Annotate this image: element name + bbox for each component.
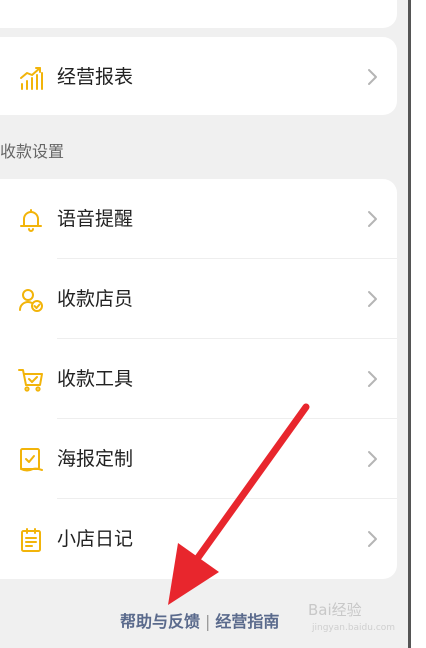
bell-icon bbox=[20, 209, 42, 232]
chevron-right-icon bbox=[368, 451, 377, 467]
settings-row-label: 语音提醒 bbox=[57, 208, 134, 230]
chevron-right-icon bbox=[368, 531, 377, 547]
footer-separator: | bbox=[205, 612, 211, 631]
cart-icon bbox=[18, 369, 43, 392]
chevron-right-icon bbox=[368, 211, 377, 227]
section-title: 收款设置 bbox=[0, 142, 65, 161]
previous-card bbox=[0, 0, 397, 28]
report-row-label: 经营报表 bbox=[57, 66, 134, 88]
notepad-icon bbox=[21, 528, 41, 552]
chevron-right-icon bbox=[368, 69, 377, 85]
right-edge-divider bbox=[408, 0, 411, 648]
settings-row-voice-reminder[interactable]: 语音提醒 bbox=[0, 179, 397, 259]
right-edge-panel bbox=[410, 0, 426, 648]
watermark-logo: Bai经验 bbox=[308, 601, 362, 619]
settings-row-label: 小店日记 bbox=[57, 528, 134, 550]
footer-links: 帮助与反馈 | 经营指南 bbox=[120, 611, 279, 633]
help-feedback-link[interactable]: 帮助与反馈 bbox=[120, 612, 200, 631]
report-card: 经营报表 bbox=[0, 37, 397, 115]
chevron-right-icon bbox=[368, 371, 377, 387]
settings-card: 语音提醒 收款店员 收款工具 海报定制 小店日记 bbox=[0, 179, 397, 579]
report-row[interactable]: 经营报表 bbox=[0, 37, 397, 115]
settings-row-diary[interactable]: 小店日记 bbox=[0, 499, 397, 579]
chevron-right-icon bbox=[368, 291, 377, 307]
chart-growth-icon bbox=[20, 67, 43, 90]
settings-row-tools[interactable]: 收款工具 bbox=[0, 339, 397, 419]
settings-row-label: 海报定制 bbox=[57, 448, 134, 470]
settings-row-poster[interactable]: 海报定制 bbox=[0, 419, 397, 499]
clerk-icon bbox=[19, 289, 43, 312]
settings-row-clerk[interactable]: 收款店员 bbox=[0, 259, 397, 339]
watermark-url: jingyan.baidu.com bbox=[312, 623, 396, 633]
settings-row-label: 收款店员 bbox=[57, 288, 134, 310]
business-guide-link[interactable]: 经营指南 bbox=[215, 612, 279, 631]
poster-icon bbox=[20, 448, 43, 472]
settings-row-label: 收款工具 bbox=[57, 368, 134, 390]
